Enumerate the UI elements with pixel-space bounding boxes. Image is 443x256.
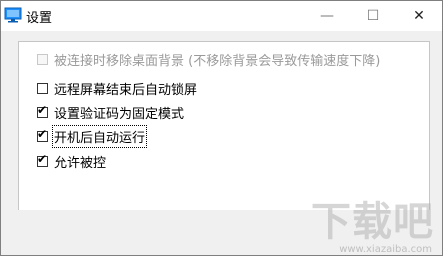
close-icon: ✕ <box>413 8 425 24</box>
option-allow-control[interactable]: ✔ 允许被控 <box>37 151 107 171</box>
option-label: 设置验证码为固定模式 <box>54 106 185 122</box>
checkbox-auto-lock[interactable] <box>37 82 48 94</box>
checkbox-fixed-code[interactable]: ✔ <box>37 102 48 118</box>
checkbox-remove-wallpaper[interactable] <box>37 53 48 65</box>
option-label: 开机后自动运行 <box>51 124 148 148</box>
watermark-url: www.xiazaiba.com <box>339 244 432 255</box>
options-group: 被连接时移除桌面背景 (不移除背景会导致传输速度下降) 远程屏幕结束后自动锁屏 … <box>18 41 430 213</box>
window-title: 设置 <box>26 11 53 26</box>
checkbox-autostart[interactable]: ✔ <box>37 126 48 142</box>
watermark-logo: 下载吧 <box>311 199 434 245</box>
monitor-icon <box>4 7 22 23</box>
option-auto-lock[interactable]: 远程屏幕结束后自动锁屏 <box>37 79 198 98</box>
minimize-button[interactable]: — <box>304 1 350 31</box>
check-icon: ✔ <box>37 126 48 141</box>
maximize-button[interactable]: ☐ <box>350 1 396 31</box>
title-bar[interactable]: 设置 — ☐ ✕ <box>1 1 442 31</box>
settings-panel: 被连接时移除桌面背景 (不移除背景会导致传输速度下降) 远程屏幕结束后自动锁屏 … <box>12 36 431 213</box>
option-label: 允许被控 <box>54 155 107 171</box>
close-button[interactable]: ✕ <box>396 1 442 31</box>
settings-window: 设置 — ☐ ✕ 被连接时移除桌面背景 (不移除背景会导致传输速度下降) 远程屏… <box>0 0 443 256</box>
minimize-icon: — <box>320 8 334 24</box>
option-autostart[interactable]: ✔ 开机后自动运行 <box>37 124 148 148</box>
option-label: 远程屏幕结束后自动锁屏 <box>54 82 198 98</box>
option-fixed-code[interactable]: ✔ 设置验证码为固定模式 <box>37 102 185 122</box>
option-remove-wallpaper[interactable]: 被连接时移除桌面背景 (不移除背景会导致传输速度下降) <box>37 50 381 69</box>
checkbox-allow-control[interactable]: ✔ <box>37 151 48 167</box>
check-icon: ✔ <box>37 102 48 117</box>
option-label: 被连接时移除桌面背景 (不移除背景会导致传输速度下降) <box>54 53 381 69</box>
check-icon: ✔ <box>37 151 48 166</box>
maximize-icon: ☐ <box>366 8 380 24</box>
